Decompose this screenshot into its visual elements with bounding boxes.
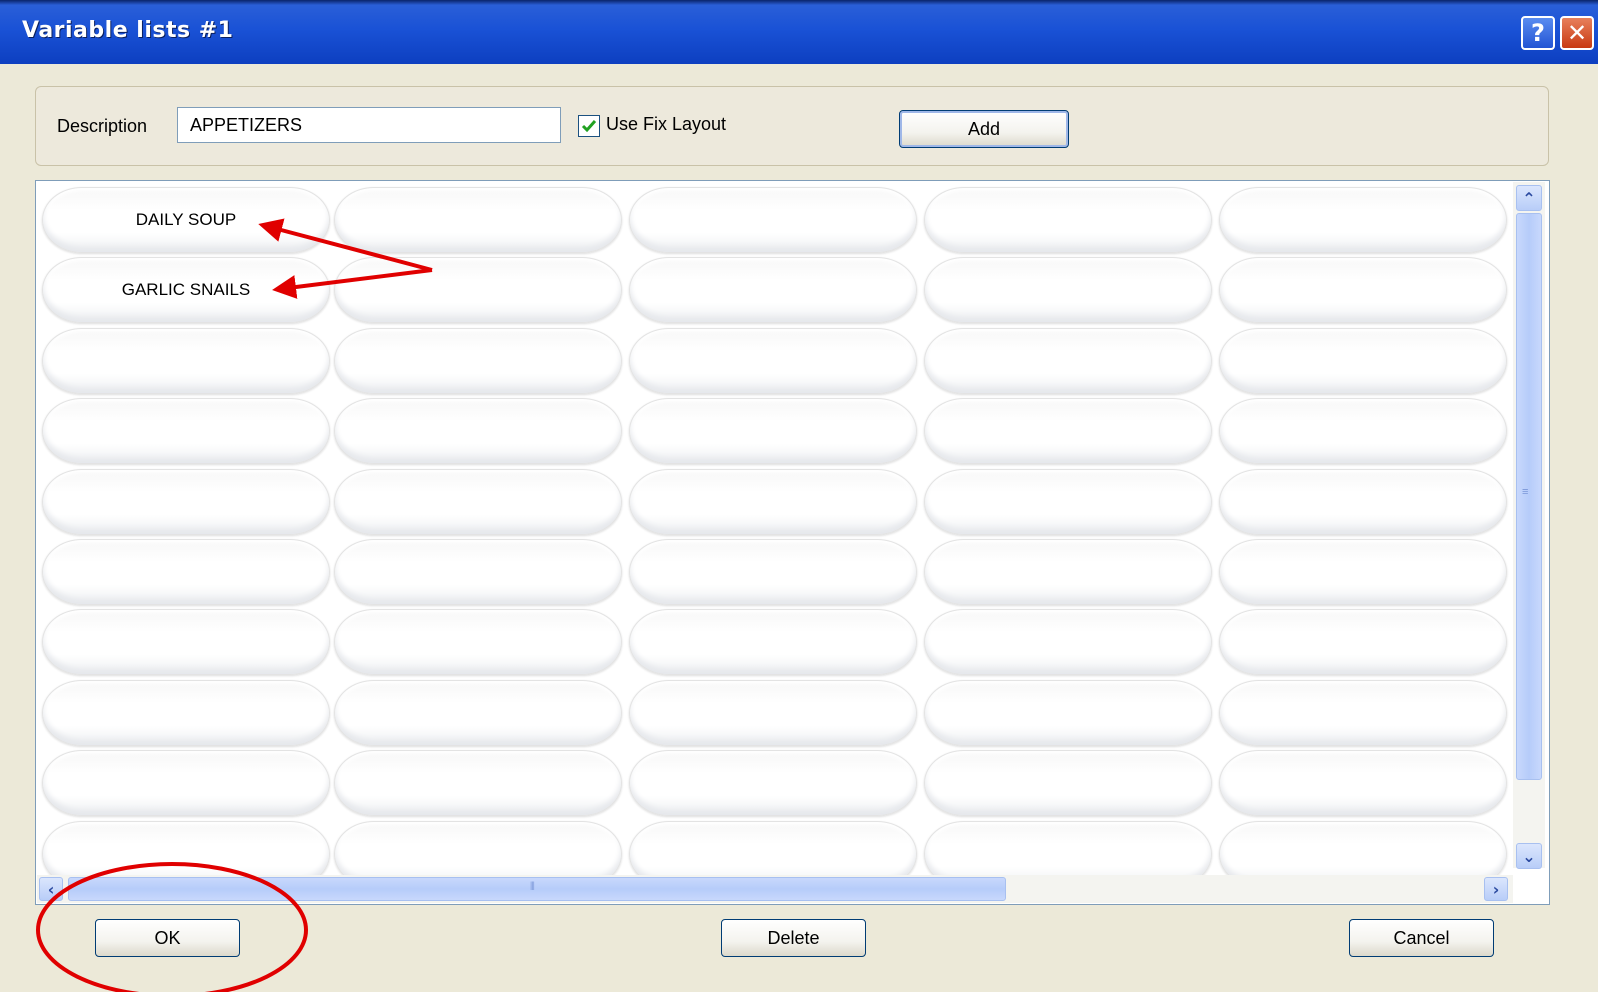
variable-list-item[interactable] xyxy=(334,820,622,875)
variable-list-item[interactable] xyxy=(629,398,917,465)
hgrip-icon: ⦀ xyxy=(530,881,535,893)
variable-list-item[interactable] xyxy=(629,679,917,746)
variable-list-item[interactable] xyxy=(42,750,330,817)
variable-list-item[interactable] xyxy=(334,609,622,676)
variable-list-item[interactable]: DAILY SOUP xyxy=(42,187,330,253)
variable-list-item[interactable] xyxy=(334,468,622,535)
variable-list-item[interactable] xyxy=(334,750,622,817)
variable-list-item[interactable] xyxy=(629,327,917,394)
add-button[interactable]: Add xyxy=(899,110,1069,148)
close-button[interactable]: ✕ xyxy=(1560,16,1594,50)
variable-list-item[interactable] xyxy=(629,539,917,605)
use-fix-layout-label: Use Fix Layout xyxy=(606,114,727,134)
variable-list-item[interactable] xyxy=(1219,468,1507,535)
variable-list-item[interactable] xyxy=(1219,750,1507,817)
variable-list-item[interactable] xyxy=(924,468,1212,535)
variable-list-item[interactable] xyxy=(629,257,917,324)
delete-button[interactable]: Delete xyxy=(721,919,866,957)
variable-list-item[interactable] xyxy=(629,468,917,535)
variable-list-item[interactable] xyxy=(924,539,1212,605)
vertical-scroll-thumb[interactable] xyxy=(1516,213,1542,780)
close-icon: ✕ xyxy=(1566,19,1588,47)
use-fix-layout-checkbox[interactable] xyxy=(578,115,600,137)
ok-button[interactable]: OK xyxy=(95,919,240,957)
variable-list-item[interactable] xyxy=(334,398,622,465)
description-label: Description xyxy=(57,116,148,136)
title-bar: Variable lists #1 ? ✕ xyxy=(0,0,1598,64)
variable-list-item[interactable] xyxy=(42,679,330,746)
add-button-label: Add xyxy=(967,118,1001,139)
variable-list-item[interactable] xyxy=(924,679,1212,746)
variable-list-item[interactable] xyxy=(334,187,622,253)
variable-list-item[interactable] xyxy=(1219,187,1507,253)
variable-list-item[interactable] xyxy=(629,750,917,817)
variable-list-item[interactable] xyxy=(334,539,622,605)
variable-list-item[interactable] xyxy=(42,820,330,875)
variable-list-item[interactable] xyxy=(1219,257,1507,324)
cancel-button[interactable]: Cancel xyxy=(1349,919,1494,957)
horizontal-scroll-thumb[interactable] xyxy=(68,877,1006,901)
variable-grid: DAILY SOUP GARLIC SNAILS xyxy=(40,183,1512,875)
scroll-right-icon[interactable]: › xyxy=(1484,877,1508,901)
variable-list-item[interactable] xyxy=(1219,820,1507,875)
grip-icon: ≡ xyxy=(1522,486,1529,498)
variable-list-item[interactable] xyxy=(42,398,330,465)
variable-list-item[interactable] xyxy=(924,820,1212,875)
ok-button-label: OK xyxy=(154,927,181,948)
scroll-down-icon[interactable]: ⌄ xyxy=(1516,843,1542,869)
scroll-left-icon[interactable]: ‹ xyxy=(39,877,63,901)
variable-list-item[interactable] xyxy=(1219,609,1507,676)
variable-list-item[interactable] xyxy=(42,327,330,394)
cancel-button-label: Cancel xyxy=(1393,927,1450,948)
description-input[interactable] xyxy=(177,107,561,143)
variable-list-item[interactable] xyxy=(334,327,622,394)
scroll-up-icon[interactable]: ⌃ xyxy=(1516,185,1542,211)
help-icon: ? xyxy=(1531,19,1545,47)
variable-list-item[interactable] xyxy=(1219,539,1507,605)
variable-list-item[interactable] xyxy=(924,327,1212,394)
variable-list-item[interactable] xyxy=(924,609,1212,676)
variable-list-item[interactable] xyxy=(924,187,1212,253)
checkmark-icon xyxy=(581,120,597,133)
variable-list-item[interactable]: GARLIC SNAILS xyxy=(42,257,330,324)
variable-list-item[interactable] xyxy=(629,820,917,875)
variable-list-item[interactable] xyxy=(629,187,917,253)
variable-list-item[interactable] xyxy=(1219,327,1507,394)
variable-list-panel: DAILY SOUP GARLIC SNAILS xyxy=(35,180,1550,905)
variable-list-item[interactable] xyxy=(42,539,330,605)
variable-list-item[interactable] xyxy=(924,257,1212,324)
window-title: Variable lists #1 xyxy=(22,18,234,43)
delete-button-label: Delete xyxy=(767,927,820,948)
variable-list-item[interactable] xyxy=(924,750,1212,817)
variable-list-item[interactable] xyxy=(1219,398,1507,465)
variable-list-item[interactable] xyxy=(42,468,330,535)
help-button[interactable]: ? xyxy=(1521,16,1555,50)
variable-list-item[interactable] xyxy=(924,398,1212,465)
variable-list-item[interactable] xyxy=(1219,679,1507,746)
variable-list-item[interactable] xyxy=(334,257,622,324)
variable-list-item[interactable] xyxy=(629,609,917,676)
variable-list-item[interactable] xyxy=(42,609,330,676)
variable-list-item[interactable] xyxy=(334,679,622,746)
